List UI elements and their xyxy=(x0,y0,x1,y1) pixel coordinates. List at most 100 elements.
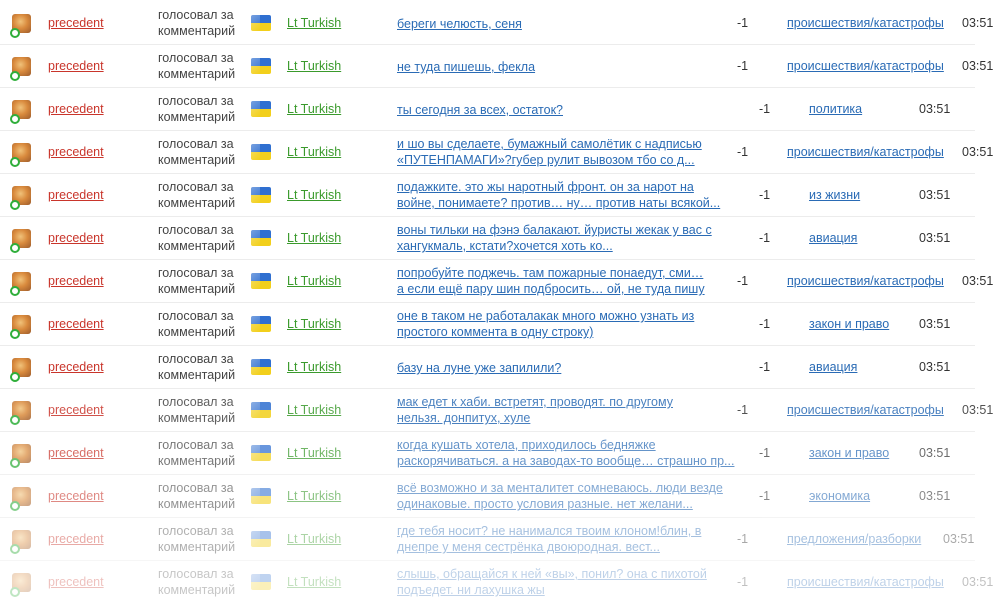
comment-text-link[interactable]: мак едет к хаби. встретят, проводят. по … xyxy=(397,394,737,426)
action-line: голосовал за xyxy=(158,438,234,452)
category-link[interactable]: закон и право xyxy=(809,317,889,331)
comment-text-link[interactable]: ты сегодня за всех, остаток? xyxy=(397,102,737,118)
comment-text-link[interactable]: и шо вы сделаете, бумажный самолётик с н… xyxy=(397,136,737,168)
comment-text-link[interactable]: береги челюсть, сеня xyxy=(397,16,737,32)
category-link[interactable]: экономика xyxy=(809,489,870,503)
category-link[interactable]: происшествия/катастрофы xyxy=(787,575,944,589)
comment-author-link[interactable]: Lt Turkish xyxy=(287,274,341,288)
comment-text-link[interactable]: подажките. это жы наротный фронт. он за … xyxy=(397,179,737,211)
comment-author-link[interactable]: Lt Turkish xyxy=(287,231,341,245)
category-link[interactable]: происшествия/катастрофы xyxy=(787,145,944,159)
comment-line: всё возможно и за менталитет сомневаюсь.… xyxy=(397,481,723,495)
category-link[interactable]: авиация xyxy=(809,231,857,245)
online-status-icon xyxy=(10,200,20,210)
comment-author-link[interactable]: Lt Turkish xyxy=(287,188,341,202)
online-status-icon xyxy=(10,71,20,81)
vote-action-text: голосовал за комментарий xyxy=(158,566,253,598)
online-status-icon xyxy=(10,587,20,597)
voter-username[interactable]: precedent xyxy=(48,59,104,73)
category-link[interactable]: происшествия/катастрофы xyxy=(787,16,944,30)
vote-action-text: голосовал за комментарий xyxy=(158,394,253,426)
action-line: комментарий xyxy=(158,540,236,554)
comment-text-link[interactable]: слышь, обращайся к ней «вы», понил? она … xyxy=(397,566,737,598)
voter-username[interactable]: precedent xyxy=(48,446,104,460)
action-line: голосовал за xyxy=(158,352,234,366)
comment-text-link[interactable]: где тебя носит? не нанимался твоим клоно… xyxy=(397,523,737,555)
comment-line: попробуйте поджечь. там пожарные понаеду… xyxy=(397,266,704,280)
action-line: голосовал за xyxy=(158,524,234,538)
comment-line: базу на луне уже запилили? xyxy=(397,361,562,375)
online-status-icon xyxy=(10,114,20,124)
vote-value: -1 xyxy=(737,274,749,288)
voter-username[interactable]: precedent xyxy=(48,102,104,116)
category-link[interactable]: происшествия/катастрофы xyxy=(787,403,944,417)
action-line: голосовал за xyxy=(158,223,234,237)
comment-author-link[interactable]: Lt Turkish xyxy=(287,489,341,503)
category-link[interactable]: из жизни xyxy=(809,188,860,202)
comment-author-link[interactable]: Lt Turkish xyxy=(287,102,341,116)
comment-line: мак едет к хаби. встретят, проводят. по … xyxy=(397,395,673,409)
comment-line: раскорячиваться. а на заводах-то вообще…… xyxy=(397,454,735,468)
vote-time: 03:51 xyxy=(919,317,951,331)
vote-action-text: голосовал за комментарий xyxy=(158,437,253,469)
comment-author-link[interactable]: Lt Turkish xyxy=(287,403,341,417)
comment-text-link[interactable]: оне в таком не работалакак много можно у… xyxy=(397,308,737,340)
comment-line: не туда пишешь, фекла xyxy=(397,60,536,74)
voter-username[interactable]: precedent xyxy=(48,145,104,159)
voter-username[interactable]: precedent xyxy=(48,16,104,30)
feed-row: precedent голосовал за комментарий Lt Turki… xyxy=(0,389,993,432)
vote-time: 03:51 xyxy=(962,403,994,417)
comment-line: хангукмаль, кстати?хочется хоть ко... xyxy=(397,239,613,253)
voter-username[interactable]: precedent xyxy=(48,188,104,202)
vote-value: -1 xyxy=(759,489,771,503)
comment-text-link[interactable]: попробуйте поджечь. там пожарные понаеду… xyxy=(397,265,737,297)
comment-text-link[interactable]: не туда пишешь, фекла xyxy=(397,59,737,75)
vote-value: -1 xyxy=(737,145,749,159)
ukraine-flag-icon xyxy=(251,574,271,590)
voter-username[interactable]: precedent xyxy=(48,360,104,374)
comment-author-link[interactable]: Lt Turkish xyxy=(287,317,341,331)
online-status-icon xyxy=(10,501,20,511)
voter-username[interactable]: precedent xyxy=(48,231,104,245)
vote-value: -1 xyxy=(759,102,771,116)
feed-row: precedent голосовал за комментарий Lt Turki… xyxy=(0,131,993,174)
action-line: голосовал за xyxy=(158,395,234,409)
comment-line: слышь, обращайся к ней «вы», понил? она … xyxy=(397,567,707,581)
comment-author-link[interactable]: Lt Turkish xyxy=(287,575,341,589)
comment-line: простого коммента в одну строку) xyxy=(397,325,594,339)
category-link[interactable]: происшествия/катастрофы xyxy=(787,59,944,73)
voter-username[interactable]: precedent xyxy=(48,489,104,503)
online-status-icon xyxy=(10,458,20,468)
comment-author-link[interactable]: Lt Turkish xyxy=(287,360,341,374)
category-link[interactable]: авиация xyxy=(809,360,857,374)
voter-username[interactable]: precedent xyxy=(48,575,104,589)
action-line: комментарий xyxy=(158,368,236,382)
voter-username[interactable]: precedent xyxy=(48,532,104,546)
feed-row: precedent голосовал за комментарий Lt Turki… xyxy=(0,45,993,88)
ukraine-flag-icon xyxy=(251,488,271,504)
vote-time: 03:51 xyxy=(962,145,994,159)
voter-username[interactable]: precedent xyxy=(48,317,104,331)
voter-username[interactable]: precedent xyxy=(48,274,104,288)
comment-author-link[interactable]: Lt Turkish xyxy=(287,532,341,546)
comment-text-link[interactable]: всё возможно и за менталитет сомневаюсь.… xyxy=(397,480,737,512)
vote-time: 03:51 xyxy=(962,16,994,30)
category-link[interactable]: предложения/разборки xyxy=(787,532,921,546)
comment-line: когда кушать хотела, приходилось бедняжк… xyxy=(397,438,656,452)
comment-text-link[interactable]: воны тильки на фэнэ балакают. йуристы же… xyxy=(397,222,737,254)
feed-row: precedent голосовал за комментарий Lt Turki… xyxy=(0,303,975,346)
category-link[interactable]: политика xyxy=(809,102,862,116)
vote-action-text: голосовал за комментарий xyxy=(158,222,253,254)
comment-author-link[interactable]: Lt Turkish xyxy=(287,145,341,159)
comment-text-link[interactable]: когда кушать хотела, приходилось бедняжк… xyxy=(397,437,737,469)
comment-author-link[interactable]: Lt Turkish xyxy=(287,16,341,30)
comment-line: войне, понимаете? против… ну… против нат… xyxy=(397,196,721,210)
voter-username[interactable]: precedent xyxy=(48,403,104,417)
vote-value: -1 xyxy=(759,360,771,374)
comment-text-link[interactable]: базу на луне уже запилили? xyxy=(397,360,737,376)
comment-author-link[interactable]: Lt Turkish xyxy=(287,59,341,73)
category-link[interactable]: происшествия/катастрофы xyxy=(787,274,944,288)
comment-author-link[interactable]: Lt Turkish xyxy=(287,446,341,460)
action-line: комментарий xyxy=(158,454,236,468)
category-link[interactable]: закон и право xyxy=(809,446,889,460)
